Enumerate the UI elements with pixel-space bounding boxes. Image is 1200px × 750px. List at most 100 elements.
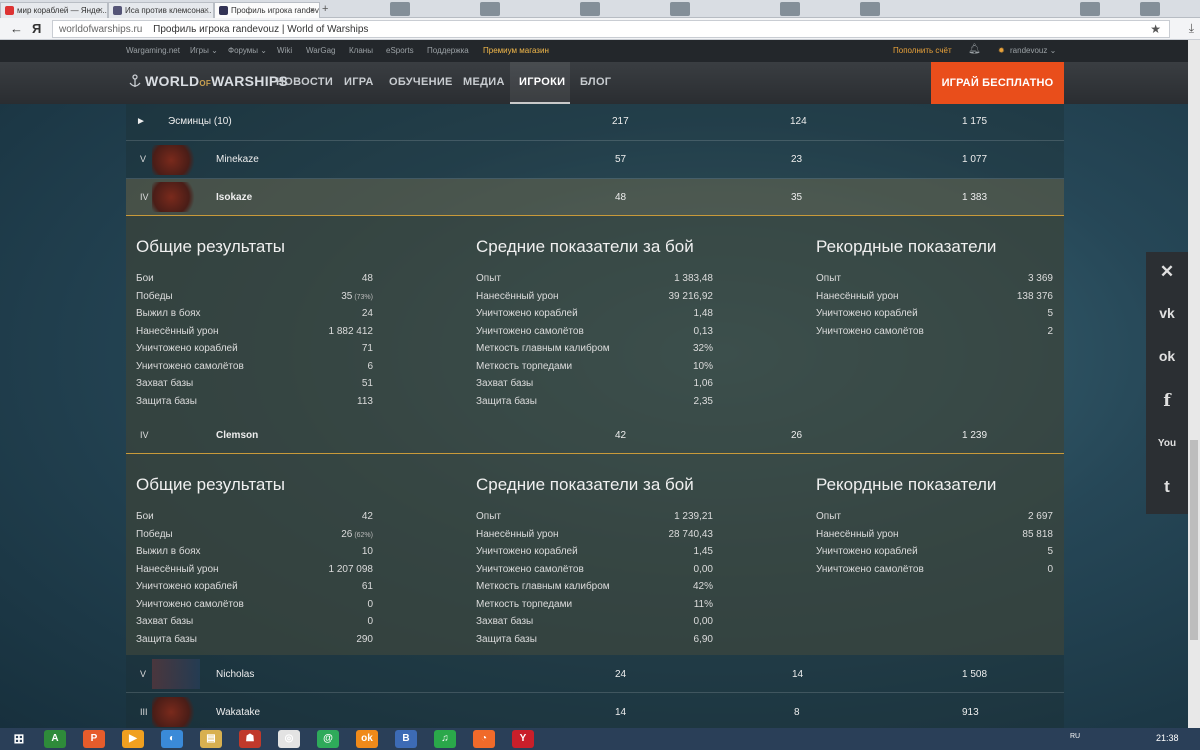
back-arrow-icon[interactable]: ← bbox=[10, 21, 23, 36]
nav-players[interactable]: ИГРОКИ bbox=[519, 76, 565, 88]
play-free-button[interactable]: ИГРАЙ БЕСПЛАТНО bbox=[931, 62, 1064, 104]
twitter-icon[interactable]: t bbox=[1146, 467, 1188, 510]
wows-logo[interactable]: WORLDOFWARSHIPS bbox=[128, 73, 288, 89]
stat-label: Меткость торпедами bbox=[476, 360, 573, 372]
stat-value: 35 (73%) bbox=[341, 290, 373, 302]
browser-tab-active[interactable]: Профиль игрока randevouz × bbox=[214, 2, 320, 18]
taskbar-app-icon[interactable]: ◎ bbox=[278, 730, 300, 748]
taskbar-app-icon[interactable]: ◐ bbox=[161, 730, 183, 748]
taskbar-app-icon[interactable]: ♫ bbox=[434, 730, 456, 748]
bookmark-star-icon[interactable]: ★ bbox=[1150, 22, 1161, 36]
average-per-battle-heading: Средние показатели за бой bbox=[476, 237, 694, 256]
stat-label: Защита базы bbox=[136, 633, 197, 645]
wargaming-link[interactable]: Wargaming.net bbox=[126, 46, 180, 55]
records-heading: Рекордные показатели bbox=[816, 475, 997, 494]
avg-exp-value: 1 508 bbox=[962, 669, 988, 680]
stat-label: Нанесённый урон bbox=[476, 290, 559, 302]
stat-label: Защита базы bbox=[136, 395, 197, 407]
ship-row[interactable]: V Nicholas 24 14 1 508 bbox=[126, 655, 1064, 693]
anchor-icon bbox=[129, 74, 141, 87]
nav-media[interactable]: МЕДИА bbox=[463, 76, 505, 88]
taskbar-app-icon[interactable]: ☗ bbox=[239, 730, 261, 748]
nav-news[interactable]: НОВОСТИ bbox=[276, 76, 333, 88]
windows-start-icon[interactable]: ⊞ bbox=[8, 730, 30, 748]
ship-row[interactable]: V Minekaze 57 23 1 077 bbox=[126, 141, 1064, 179]
stat-label: Уничтожено кораблей bbox=[136, 343, 238, 354]
avg-exp-value: 913 bbox=[962, 707, 979, 718]
tab-favicon-icon bbox=[219, 6, 228, 15]
nav-blog[interactable]: БЛОГ bbox=[580, 76, 611, 88]
wargag-link[interactable]: WarGag bbox=[306, 46, 336, 55]
battles-value: 48 bbox=[615, 192, 627, 203]
stat-value: 10 bbox=[361, 546, 373, 557]
ship-row-expanded[interactable]: IV Clemson 42 26 1 239 bbox=[126, 416, 1064, 454]
expand-arrow-icon[interactable]: ► bbox=[136, 116, 146, 127]
average-per-battle-heading: Средние показатели за бой bbox=[476, 475, 694, 494]
bell-icon[interactable]: 🔔︎ bbox=[968, 44, 981, 55]
social-sidebar: ✕ vk ok f You t bbox=[1146, 252, 1188, 514]
stat-label: Бои bbox=[136, 511, 154, 522]
taskbar-app-icon[interactable]: @ bbox=[317, 730, 339, 748]
premium-shop-link[interactable]: Премиум магазин bbox=[483, 46, 549, 55]
ship-row[interactable]: III Wakatake 14 8 913 bbox=[126, 693, 1064, 728]
stat-value: 42% bbox=[692, 581, 713, 592]
close-icon[interactable]: × bbox=[204, 5, 209, 15]
scrollbar-thumb[interactable] bbox=[1190, 440, 1198, 640]
clans-link[interactable]: Кланы bbox=[349, 46, 373, 55]
odnoklassniki-icon[interactable]: ok bbox=[1146, 338, 1188, 381]
facebook-icon[interactable]: f bbox=[1146, 381, 1188, 424]
nav-game[interactable]: ИГРА bbox=[344, 76, 374, 88]
taskbar-app-icon[interactable]: ▶ bbox=[122, 730, 144, 748]
taskbar-app-icon[interactable]: ◔ bbox=[473, 730, 495, 748]
user-menu[interactable]: randevouz ⌄ bbox=[1010, 46, 1056, 55]
stat-value: 28 740,43 bbox=[668, 528, 714, 540]
stat-value: 32% bbox=[692, 343, 713, 354]
wins-value: 8 bbox=[794, 707, 800, 718]
stat-value: 48 bbox=[361, 273, 373, 284]
win-rate-percent: (62%) bbox=[352, 531, 373, 539]
url-field[interactable]: worldofwarships.ru Профиль игрока randev… bbox=[52, 20, 1170, 38]
close-icon[interactable]: × bbox=[98, 5, 103, 15]
ship-class-row[interactable]: ► Эсминцы (10) 217 124 1 175 bbox=[126, 104, 1064, 141]
nav-learning[interactable]: ОБУЧЕНИЕ bbox=[389, 76, 453, 88]
scrollbar[interactable] bbox=[1188, 40, 1200, 728]
taskbar-app-icon[interactable]: ▤ bbox=[200, 730, 222, 748]
youtube-icon[interactable]: You bbox=[1146, 424, 1188, 467]
taskbar-app-icon[interactable]: ok bbox=[356, 730, 378, 748]
ship-row-expanded[interactable]: IV Isokaze 48 35 1 383 bbox=[126, 179, 1064, 216]
taskbar-app-icon[interactable]: P bbox=[83, 730, 105, 748]
games-menu[interactable]: Игры ⌄ bbox=[190, 46, 218, 55]
stat-value: 85 818 bbox=[1022, 528, 1053, 540]
vk-icon[interactable]: vk bbox=[1146, 295, 1188, 338]
tab-label: Профиль игрока randevouz bbox=[231, 6, 319, 15]
stat-label: Захват базы bbox=[136, 616, 194, 627]
taskbar-app-icon[interactable]: Y bbox=[512, 730, 534, 748]
browser-tab-bar: мир кораблей — Янде... × Иса против клем… bbox=[0, 0, 1200, 18]
browser-tab[interactable]: Иса против клемсона... × bbox=[108, 2, 214, 18]
forums-menu[interactable]: Форумы ⌄ bbox=[228, 46, 267, 55]
yandex-icon[interactable]: Я bbox=[32, 21, 41, 36]
browser-tab[interactable]: мир кораблей — Янде... × bbox=[0, 2, 108, 18]
esports-link[interactable]: eSports bbox=[386, 46, 414, 55]
taskbar-app-icon[interactable]: B bbox=[395, 730, 417, 748]
stat-value: 1,06 bbox=[693, 378, 713, 389]
language-indicator[interactable]: RU bbox=[1070, 733, 1080, 740]
stat-label: Защита базы bbox=[476, 395, 537, 407]
stat-label: Уничтожено кораблей bbox=[816, 308, 918, 319]
support-link[interactable]: Поддержка bbox=[427, 46, 469, 55]
new-tab-icon[interactable]: + bbox=[322, 3, 328, 15]
stat-label: Победы bbox=[136, 290, 173, 302]
download-icon[interactable]: ⤓ bbox=[1189, 21, 1194, 36]
close-icon[interactable]: ✕ bbox=[1146, 252, 1188, 295]
close-icon[interactable]: × bbox=[310, 5, 315, 15]
ship-tier: IV bbox=[140, 430, 149, 440]
wiki-link[interactable]: Wiki bbox=[277, 46, 292, 55]
ship-image bbox=[152, 697, 200, 727]
stat-label: Уничтожено кораблей bbox=[136, 581, 238, 592]
top-up-link[interactable]: Пополнить счёт bbox=[893, 46, 952, 55]
stat-value: 2 697 bbox=[1027, 511, 1053, 522]
taskbar-app-icon[interactable]: A bbox=[44, 730, 66, 748]
ship-name: Minekaze bbox=[216, 154, 259, 165]
battles-value: 14 bbox=[615, 707, 627, 718]
stat-value: 1 207 098 bbox=[328, 563, 374, 575]
